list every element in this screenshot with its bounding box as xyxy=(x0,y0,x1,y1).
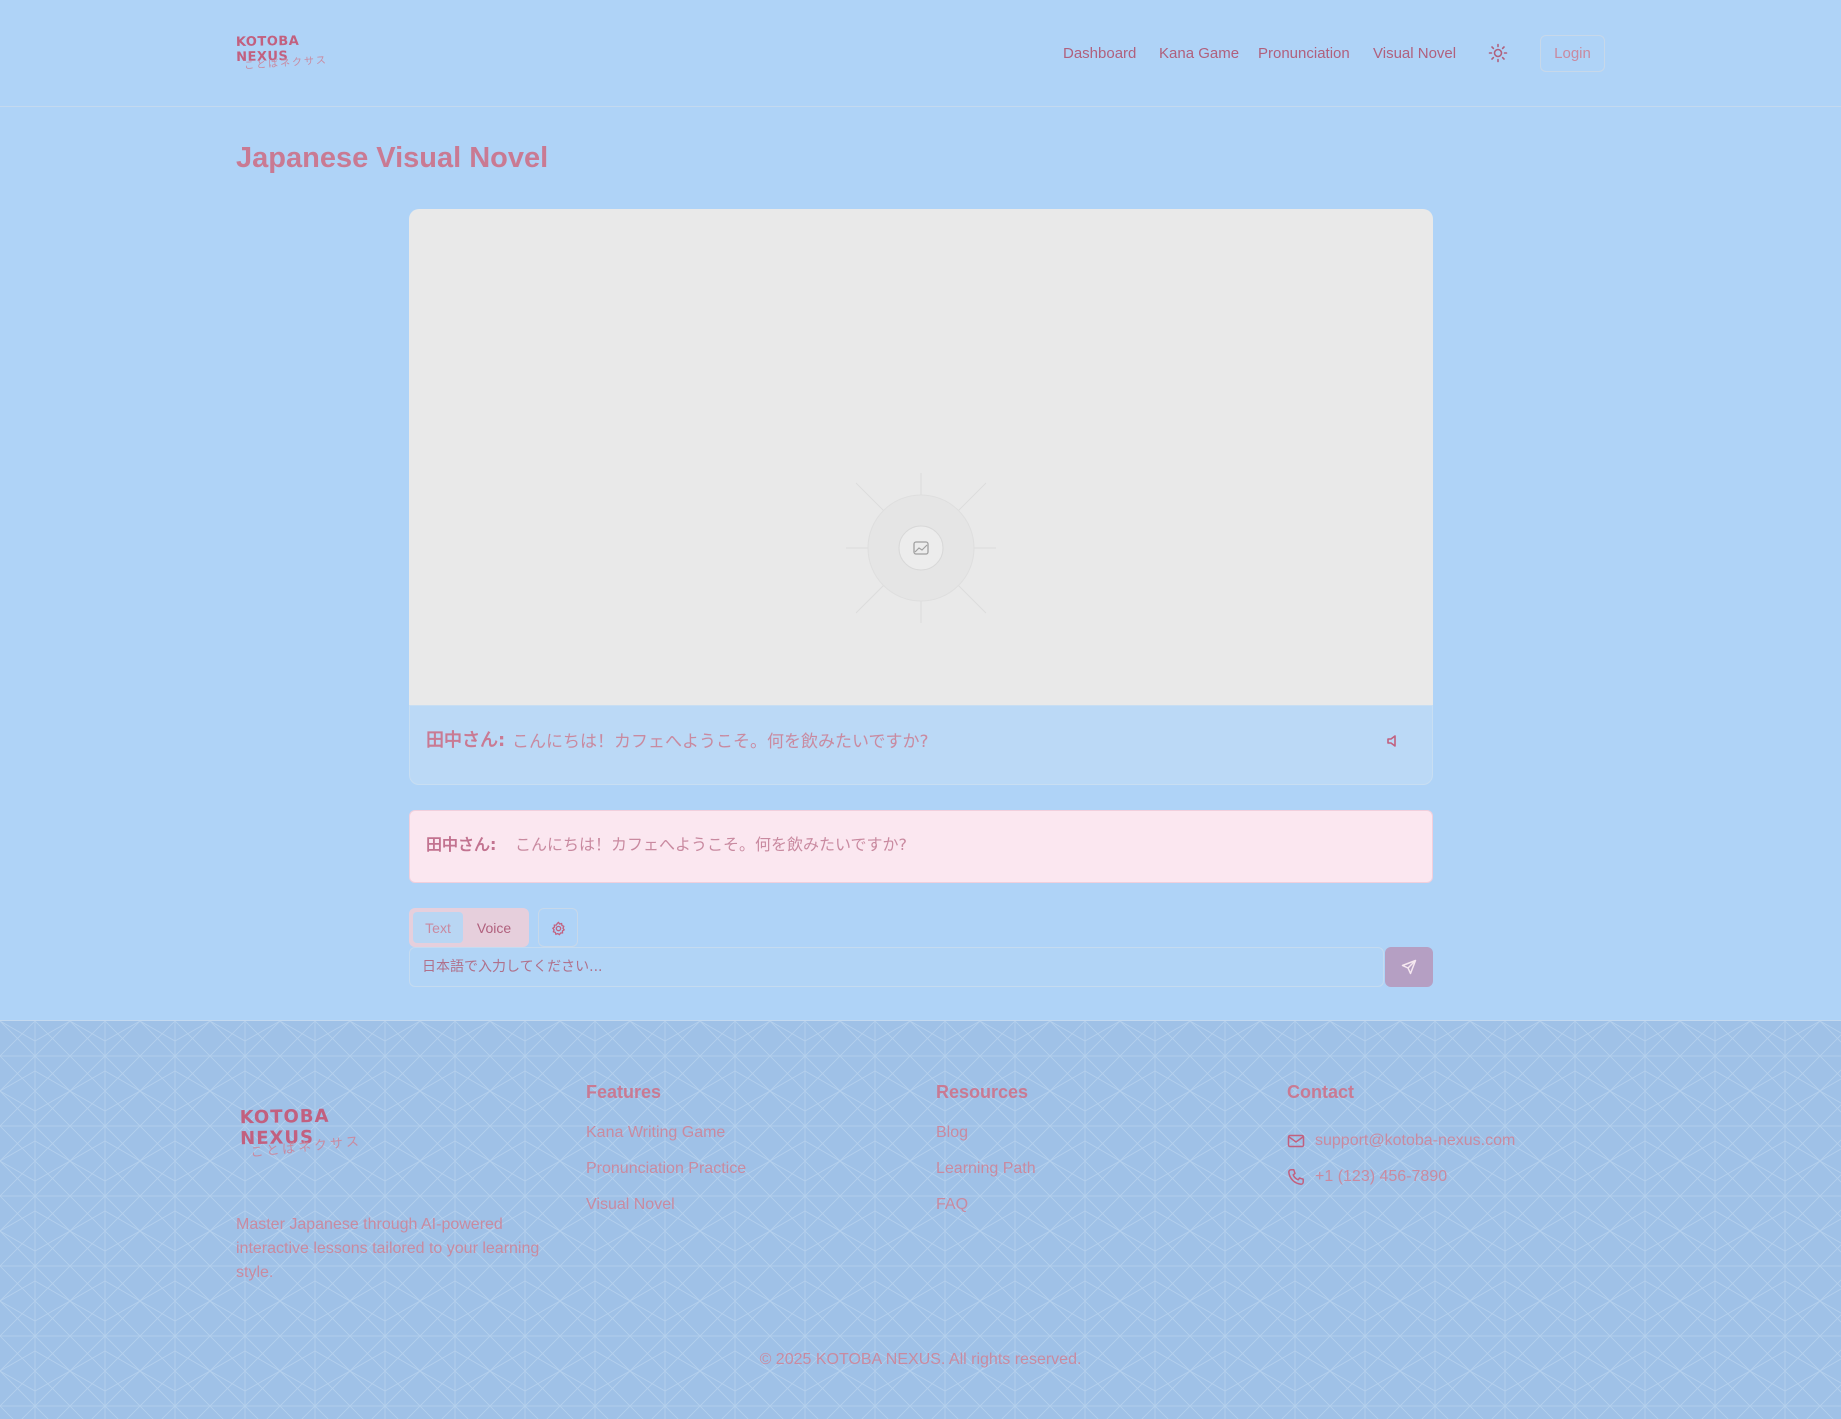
site-footer: KOTOBA NEXUS ことばネクサス Master Japanese thr… xyxy=(0,1020,1841,1419)
dialogue-speaker: 田中さん: xyxy=(426,730,506,751)
dialogue-history-entry: 田中さん: こんにちは！カフェへようこそ。何を飲みたいですか? xyxy=(409,810,1433,883)
dialogue-text: こんにちは！カフェへようこそ。何を飲みたいですか? xyxy=(512,732,929,752)
footer-link-visual-novel[interactable]: Visual Novel xyxy=(586,1195,746,1231)
dialogue-box: 田中さん: こんにちは！カフェへようこそ。何を飲みたいですか? xyxy=(409,705,1433,785)
nav-pronunciation[interactable]: Pronunciation xyxy=(1258,45,1350,62)
speaker-icon[interactable] xyxy=(1385,732,1403,750)
contact-heading: Contact xyxy=(1287,1082,1354,1102)
login-button[interactable]: Login xyxy=(1540,35,1605,72)
contact-email-row[interactable]: support@kotoba-nexus.com xyxy=(1287,1123,1515,1159)
mail-icon xyxy=(1287,1134,1305,1148)
footer-link-kana-writing-game[interactable]: Kana Writing Game xyxy=(586,1123,746,1159)
nav-dashboard[interactable]: Dashboard xyxy=(1063,45,1136,62)
settings-button[interactable] xyxy=(538,908,578,947)
resources-heading: Resources xyxy=(936,1082,1029,1102)
footer-logo[interactable]: KOTOBA NEXUS ことばネクサス xyxy=(240,1106,390,1166)
footer-link-pronunciation-practice[interactable]: Pronunciation Practice xyxy=(586,1159,746,1195)
contact-email[interactable]: support@kotoba-nexus.com xyxy=(1315,1131,1515,1151)
image-placeholder-icon xyxy=(846,473,996,623)
nav-kana-game[interactable]: Kana Game xyxy=(1159,45,1239,62)
mode-voice-button[interactable]: Voice xyxy=(463,912,525,943)
site-header: KOTOBA NEXUS ことばネクサス Dashboard Kana Game… xyxy=(0,0,1841,107)
footer-description: Master Japanese through AI-powered inter… xyxy=(236,1216,540,1281)
history-speaker: 田中さん: xyxy=(426,835,497,854)
history-text: こんにちは！カフェへようこそ。何を飲みたいですか? xyxy=(515,835,908,854)
mode-text-button[interactable]: Text xyxy=(413,912,463,943)
copyright: © 2025 KOTOBA NEXUS. All rights reserved… xyxy=(759,1351,1082,1368)
send-icon xyxy=(1401,959,1417,975)
input-mode-toggle: Text Voice xyxy=(409,908,529,947)
footer-contact: Contact support@kotoba-nexus.com +1 (123… xyxy=(1287,1082,1515,1195)
chat-input[interactable] xyxy=(409,947,1384,987)
page-title: Japanese Visual Novel xyxy=(236,142,549,174)
gear-icon xyxy=(551,921,566,936)
nav-visual-novel[interactable]: Visual Novel xyxy=(1373,45,1456,62)
footer-link-learning-path[interactable]: Learning Path xyxy=(936,1159,1036,1195)
phone-icon xyxy=(1288,1169,1304,1185)
contact-phone-row[interactable]: +1 (123) 456-7890 xyxy=(1287,1159,1515,1195)
footer-resources: Resources Blog Learning Path FAQ xyxy=(936,1082,1036,1231)
contact-phone[interactable]: +1 (123) 456-7890 xyxy=(1315,1167,1447,1187)
send-button[interactable] xyxy=(1385,947,1433,987)
features-heading: Features xyxy=(586,1082,662,1102)
scene-image-area xyxy=(409,209,1433,707)
theme-toggle-sun-icon[interactable] xyxy=(1488,43,1508,63)
footer-link-blog[interactable]: Blog xyxy=(936,1123,1036,1159)
footer-features: Features Kana Writing Game Pronunciation… xyxy=(586,1082,746,1231)
header-logo[interactable]: KOTOBA NEXUS ことばネクサス xyxy=(236,34,346,80)
footer-link-faq[interactable]: FAQ xyxy=(936,1195,1036,1231)
